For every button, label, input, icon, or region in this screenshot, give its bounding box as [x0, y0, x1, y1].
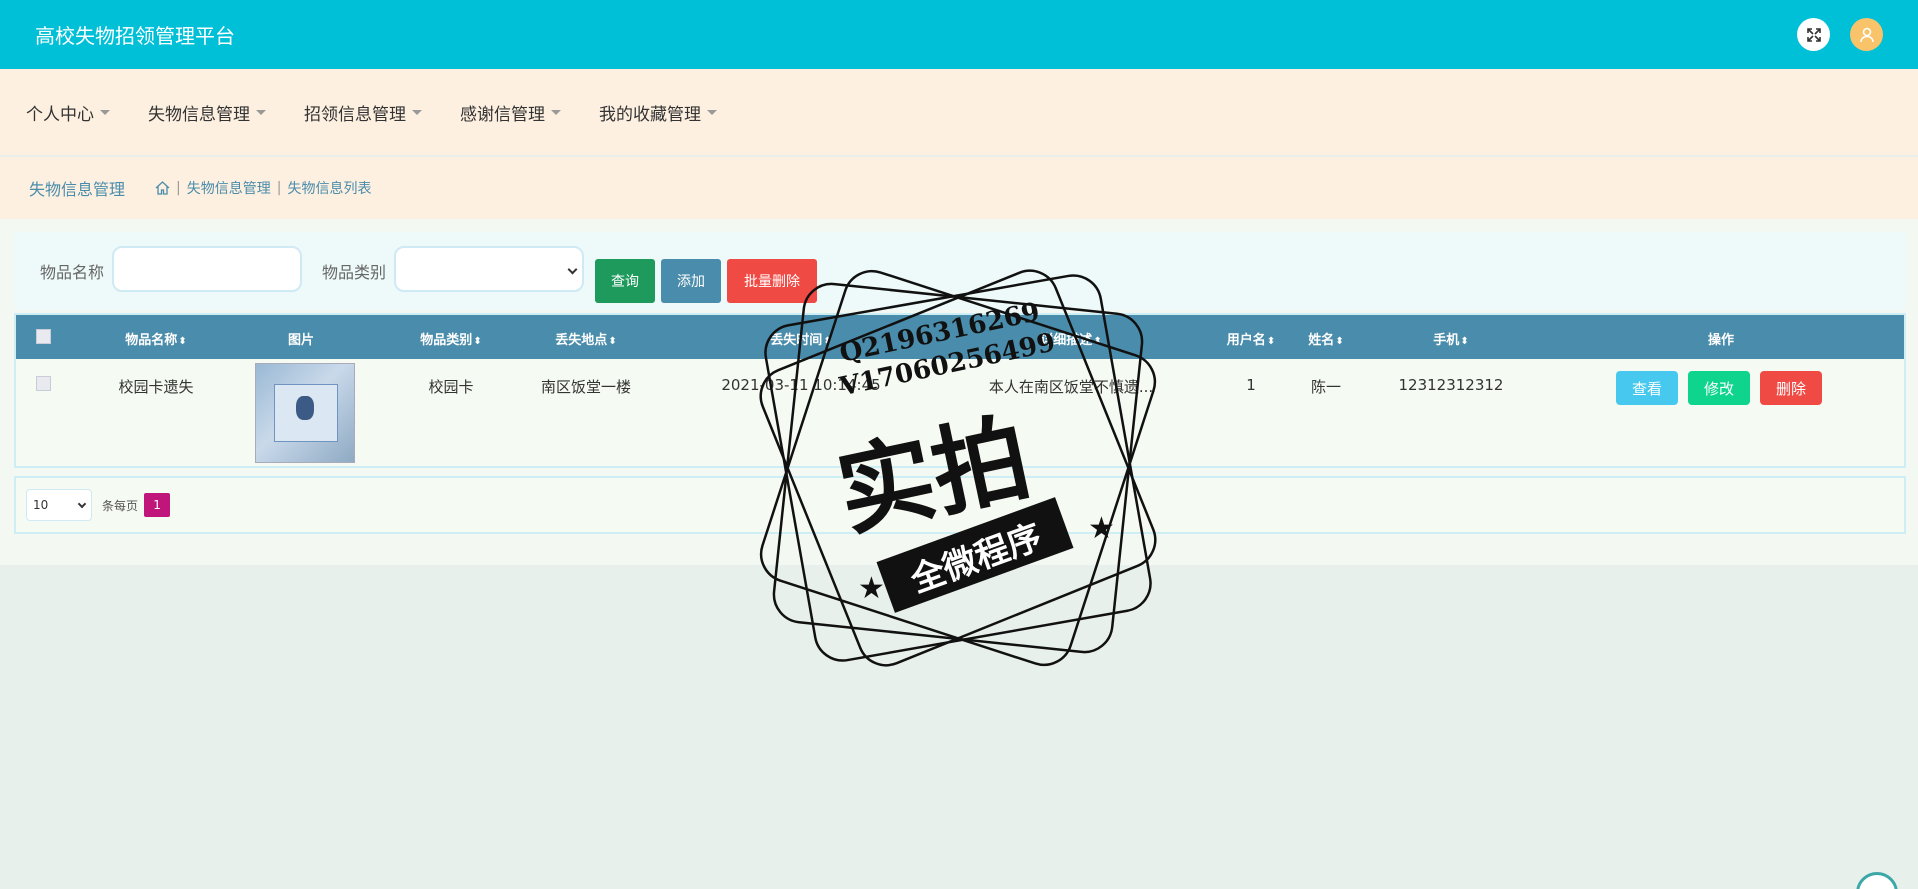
cell-time: 2021-03-11 10:14:45 [721, 376, 881, 394]
nav-item-label: 个人中心 [26, 104, 94, 125]
nav-favorites[interactable]: 我的收藏管理 [599, 100, 717, 125]
user-avatar-button[interactable] [1850, 18, 1883, 51]
breadcrumb-bar: 失物信息管理 | 失物信息管理 | 失物信息列表 [0, 157, 1918, 219]
view-button[interactable]: 查看 [1616, 371, 1678, 405]
cell-description: 本人在南区饭堂不慎遗... [988, 378, 1154, 396]
home-icon[interactable] [155, 181, 170, 195]
lost-items-table: 物品名称 图片 物品类别 丢失地点 丢失时间 详细描述 用户名 姓名 手机 操作… [14, 313, 1906, 468]
caret-down-icon [707, 109, 717, 115]
cell-category: 校园卡 [428, 378, 474, 396]
nav-item-label: 失物信息管理 [148, 104, 250, 125]
page-number-current[interactable]: 1 [144, 493, 171, 517]
page-size-value: 10 [33, 498, 49, 512]
nav-item-label: 感谢信管理 [460, 104, 545, 125]
breadcrumb-separator: | [176, 180, 181, 196]
category-label: 物品类别 [322, 263, 387, 282]
batch-delete-button[interactable]: 批量删除 [727, 259, 818, 303]
caret-down-icon [412, 109, 422, 115]
item-photo[interactable] [255, 363, 355, 463]
header-location[interactable]: 丢失地点 [546, 329, 626, 348]
search-button[interactable]: 查询 [595, 259, 656, 303]
header-item-name[interactable]: 物品名称 [111, 329, 201, 348]
top-header: 高校失物招领管理平台 [0, 0, 1918, 69]
chevron-down-icon [567, 264, 578, 275]
nav-personal-center[interactable]: 个人中心 [26, 100, 110, 125]
table-header: 物品名称 图片 物品类别 丢失地点 丢失时间 详细描述 用户名 姓名 手机 操作 [16, 315, 1904, 359]
select-all-checkbox[interactable] [36, 329, 51, 344]
nav-claim-info[interactable]: 招领信息管理 [304, 100, 422, 125]
scroll-to-top-button[interactable] [1856, 872, 1898, 889]
fullscreen-button[interactable] [1797, 18, 1830, 51]
add-button[interactable]: 添加 [661, 259, 722, 303]
name-label: 物品名称 [40, 263, 105, 282]
search-panel: 物品名称 物品类别 查询 添加 批量删除 [14, 232, 1906, 310]
header-image: 图片 [287, 333, 314, 348]
cell-location: 南区饭堂一楼 [540, 378, 631, 396]
header-time[interactable]: 丢失时间 [761, 329, 841, 348]
main-nav: 个人中心 失物信息管理 招领信息管理 感谢信管理 我的收藏管理 [0, 69, 1918, 155]
user-icon [1859, 27, 1874, 42]
caret-down-icon [100, 109, 110, 115]
cell-username: 1 [1246, 376, 1256, 394]
breadcrumb-item[interactable]: 失物信息管理 [187, 178, 271, 198]
header-phone[interactable]: 手机 [1421, 329, 1481, 348]
delete-button[interactable]: 删除 [1760, 371, 1822, 405]
nav-item-label: 我的收藏管理 [599, 104, 701, 125]
id-card-portrait [296, 396, 314, 420]
header-realname[interactable]: 姓名 [1296, 329, 1356, 348]
per-page-label: 条每页 [102, 498, 139, 513]
row-checkbox[interactable] [36, 376, 51, 391]
caret-down-icon [551, 109, 561, 115]
nav-lost-info[interactable]: 失物信息管理 [148, 100, 266, 125]
chevron-down-icon [77, 499, 87, 508]
breadcrumb: | 失物信息管理 | 失物信息列表 [155, 178, 371, 198]
table-row: 校园卡遗失 校园卡 南区饭堂一楼 2021-03-11 10:14:45 本人在… [16, 359, 1904, 467]
cell-phone: 12312312312 [1398, 376, 1504, 394]
breadcrumb-item[interactable]: 失物信息列表 [287, 178, 371, 198]
cell-realname: 陈一 [1310, 378, 1341, 396]
name-input[interactable] [112, 246, 303, 292]
app-title: 高校失物招领管理平台 [35, 24, 235, 48]
page-size-select[interactable]: 10 [26, 489, 92, 521]
page-title: 失物信息管理 [29, 180, 126, 199]
nav-item-label: 招领信息管理 [304, 104, 406, 125]
content-area: 物品名称 物品类别 查询 添加 批量删除 物品名称 图片 物品类别 丢失地点 丢… [0, 219, 1918, 565]
nav-thanks-letter[interactable]: 感谢信管理 [460, 100, 561, 125]
category-select[interactable] [394, 246, 585, 292]
caret-down-icon [256, 109, 266, 115]
header-actions [1797, 18, 1883, 51]
edit-button[interactable]: 修改 [1688, 371, 1750, 405]
cell-item-name: 校园卡遗失 [118, 378, 194, 396]
header-category[interactable]: 物品类别 [411, 329, 491, 348]
breadcrumb-separator: | [276, 180, 282, 196]
header-actions: 操作 [1707, 333, 1734, 348]
pagination: 10 条每页 1 [14, 476, 1906, 534]
expand-icon [1806, 27, 1821, 42]
header-description[interactable]: 详细描述 [1031, 329, 1111, 348]
header-username[interactable]: 用户名 [1216, 329, 1286, 348]
star-icon: ★ [858, 571, 885, 606]
